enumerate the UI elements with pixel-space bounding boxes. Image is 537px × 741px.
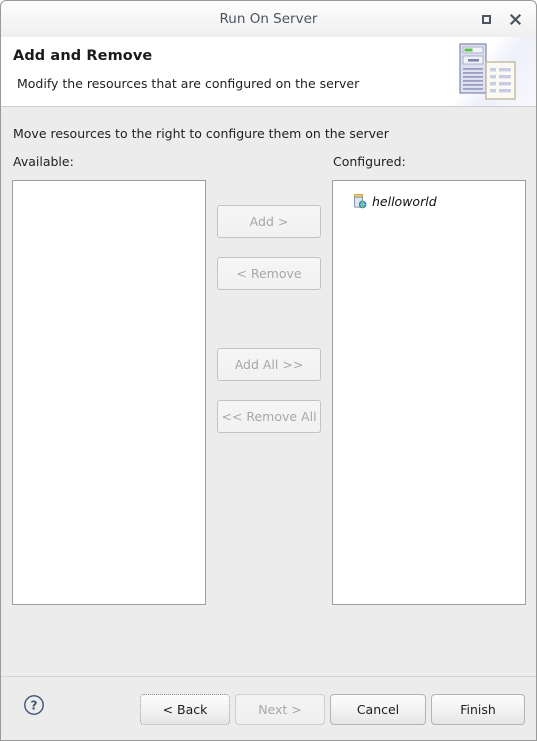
instruction-text: Move resources to the right to configure… (13, 126, 389, 141)
server-and-document-icon (459, 43, 516, 100)
remove-button[interactable]: < Remove (217, 257, 321, 290)
dialog-footer: ? < Back Next > Cancel Finish (1, 676, 536, 740)
add-button[interactable]: Add > (217, 205, 321, 238)
wizard-header: Add and Remove Modify the resources that… (1, 37, 536, 107)
add-all-button[interactable]: Add All >> (217, 348, 321, 381)
list-item[interactable]: helloworld (351, 192, 437, 210)
finish-button[interactable]: Finish (431, 694, 525, 725)
configured-list[interactable]: helloworld (332, 180, 526, 605)
maximize-icon (482, 15, 491, 24)
close-icon (509, 13, 522, 26)
available-list[interactable] (12, 180, 206, 605)
page-subtitle: Modify the resources that are configured… (17, 76, 360, 91)
help-question-icon: ? (24, 695, 44, 715)
run-on-server-dialog: Run On Server Add and Remove Modify the … (0, 0, 537, 741)
close-button[interactable] (508, 12, 523, 27)
help-button[interactable]: ? (23, 694, 45, 716)
back-button[interactable]: < Back (140, 694, 230, 725)
header-banner (446, 37, 536, 106)
page-title: Add and Remove (13, 48, 153, 64)
dialog-content: Move resources to the right to configure… (1, 107, 536, 676)
svg-text:?: ? (31, 699, 38, 713)
window-title: Run On Server (219, 11, 318, 27)
list-item-label: helloworld (372, 193, 437, 209)
maximize-button[interactable] (479, 12, 494, 27)
title-bar: Run On Server (1, 1, 536, 38)
configured-label: Configured: (333, 154, 406, 169)
next-button[interactable]: Next > (235, 694, 325, 725)
remove-all-button[interactable]: << Remove All (217, 400, 321, 433)
available-label: Available: (13, 154, 74, 169)
web-module-icon (351, 193, 367, 209)
cancel-button[interactable]: Cancel (330, 694, 426, 725)
